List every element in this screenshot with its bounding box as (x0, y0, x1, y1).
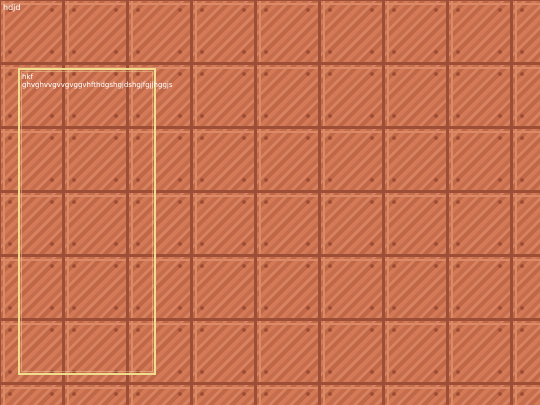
dialog-title: hkf (22, 73, 33, 81)
dialog-body-text: ghvghvvgvvgvggvhfthdgshgjdshgjfgjjhggjs (22, 81, 173, 89)
corner-label: hdjd (3, 3, 21, 12)
game-canvas[interactable]: hdjd hkf ghvghvvgvvgvggvhfthdgshgjdshgjf… (0, 0, 540, 405)
dialog-panel[interactable]: hkf ghvghvvgvvgvggvhfthdgshgjdshgjfgjjhg… (18, 68, 172, 375)
